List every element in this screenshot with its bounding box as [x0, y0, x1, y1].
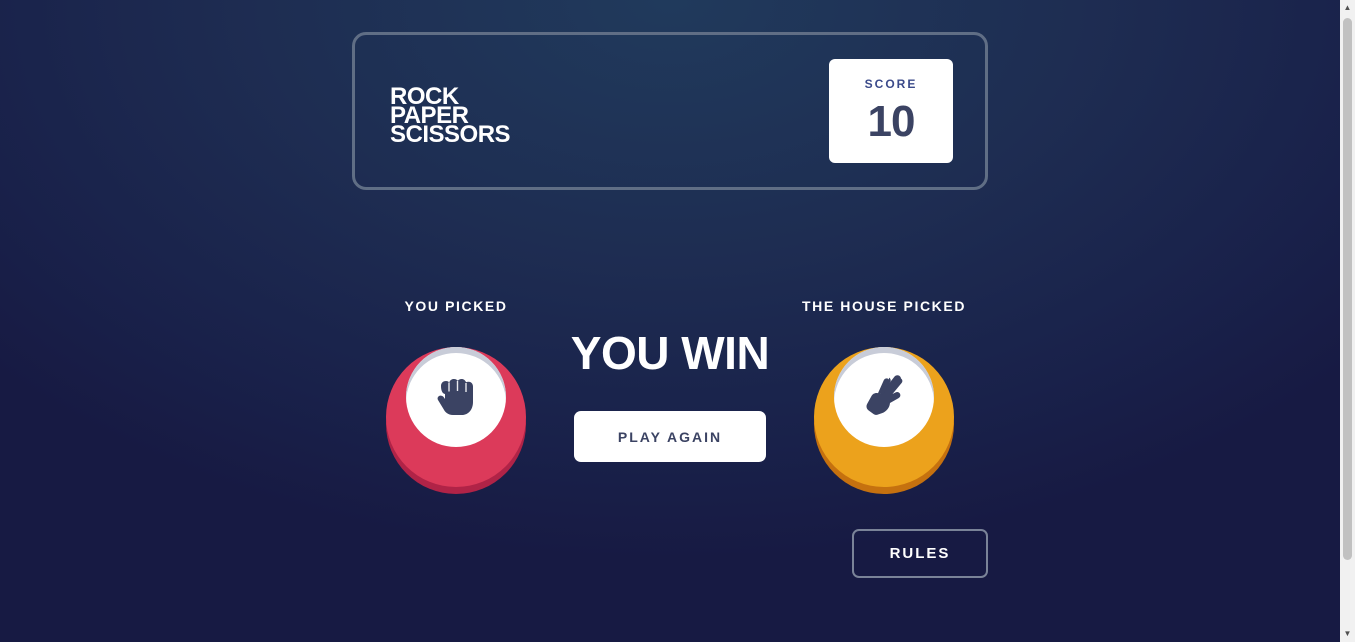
score-value: 10: [867, 97, 916, 146]
game-header: ROCK PAPER SCISSORS SCORE 10: [352, 32, 988, 190]
scroll-up-arrow-icon[interactable]: ▲: [1340, 0, 1355, 16]
house-choice-scissors-chip: [814, 347, 954, 487]
score-label: SCORE: [864, 77, 918, 91]
player-picked-label: YOU PICKED: [404, 298, 508, 314]
result-text: YOU WIN: [570, 327, 770, 379]
score-box: SCORE 10: [829, 59, 953, 163]
player-choice-rock-chip: [386, 347, 526, 487]
house-chip-face: [834, 347, 934, 447]
scissors-hand-icon: [866, 375, 903, 415]
rules-button[interactable]: RULES: [852, 529, 988, 578]
game-title: ROCK PAPER SCISSORS: [390, 85, 511, 148]
scrollbar-thumb[interactable]: [1343, 18, 1352, 560]
house-picked-label: THE HOUSE PICKED: [801, 298, 967, 314]
vertical-scrollbar[interactable]: ▲ ▼: [1340, 0, 1355, 642]
play-again-button[interactable]: PLAY AGAIN: [574, 411, 766, 462]
title-line-scissors: SCISSORS: [390, 121, 511, 148]
rock-fist-icon: [437, 379, 473, 415]
player-chip-face: [406, 347, 506, 447]
scroll-down-arrow-icon[interactable]: ▼: [1340, 626, 1355, 642]
